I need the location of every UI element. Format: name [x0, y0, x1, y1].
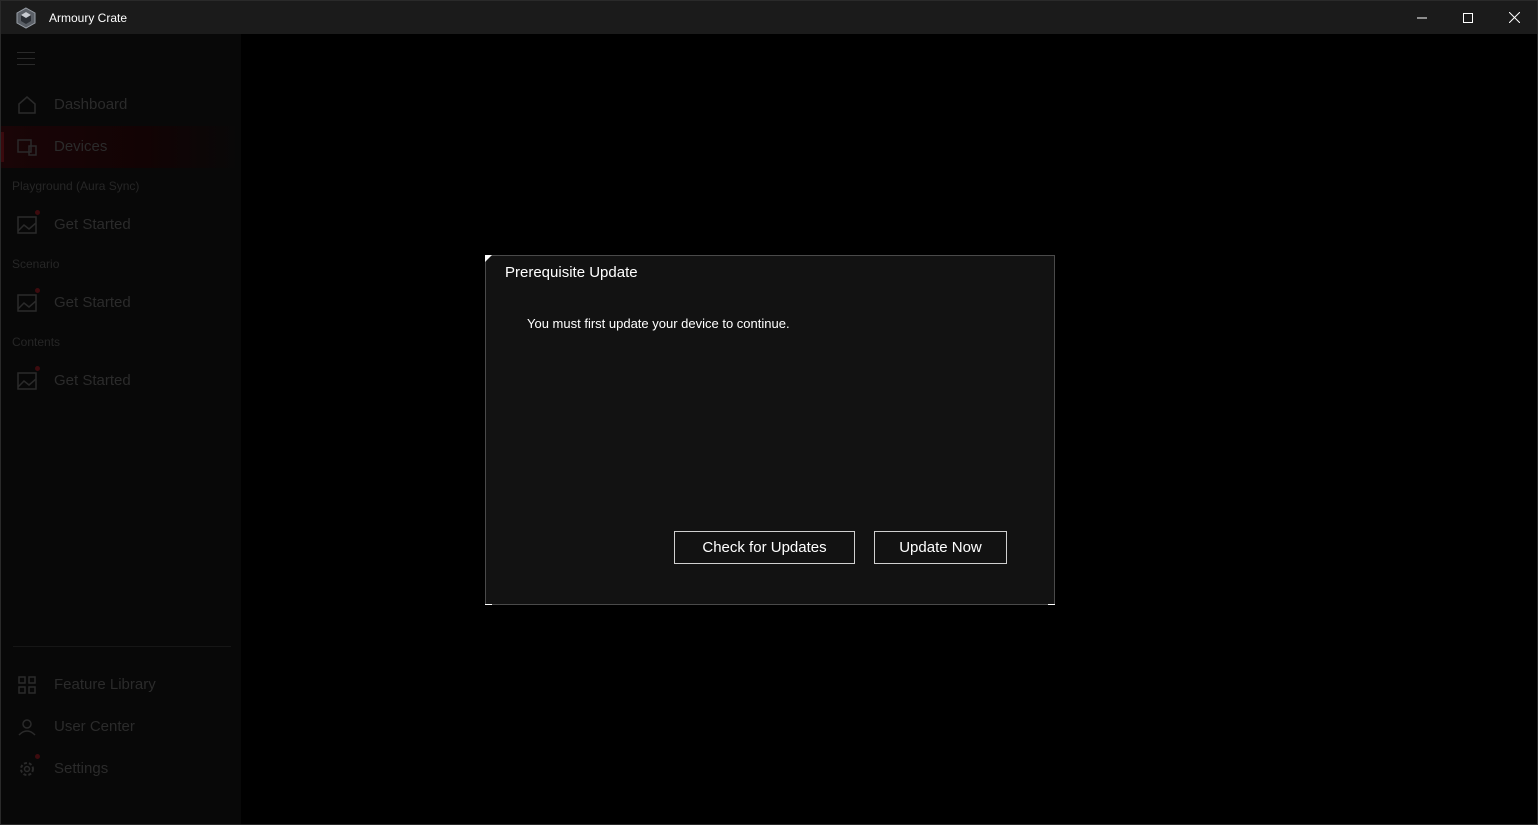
image-icon — [17, 294, 37, 312]
hamburger-menu-icon[interactable] — [17, 52, 35, 66]
dialog-corner-accent — [485, 255, 492, 262]
sidebar: Dashboard Devices Playground (Aura Sync)… — [1, 34, 241, 824]
update-now-button[interactable]: Update Now — [874, 531, 1007, 564]
sidebar-item-label: Feature Library — [54, 676, 156, 693]
sidebar-divider — [13, 646, 231, 647]
app-window: Armoury Crate Dashboard Devices Playgrou… — [0, 0, 1538, 825]
home-icon — [18, 96, 36, 114]
title-bar[interactable]: Armoury Crate — [1, 1, 1537, 34]
close-icon — [1508, 12, 1520, 23]
dialog-title: Prerequisite Update — [505, 264, 638, 281]
notification-dot — [35, 210, 40, 215]
sidebar-item-label: User Center — [54, 718, 135, 735]
notification-dot — [35, 366, 40, 371]
dialog-corner-accent — [485, 604, 492, 605]
check-for-updates-button[interactable]: Check for Updates — [674, 531, 855, 564]
sidebar-item-label: Devices — [54, 138, 108, 155]
dialog-message: You must first update your device to con… — [527, 316, 790, 331]
prerequisite-update-dialog: Prerequisite Update You must first updat… — [485, 255, 1055, 605]
sidebar-item-get-started[interactable]: Get Started — [1, 282, 241, 324]
image-icon — [17, 372, 37, 390]
sidebar-item-feature-library[interactable]: Feature Library — [1, 664, 241, 706]
minimize-button[interactable] — [1399, 1, 1445, 34]
notification-dot — [35, 754, 40, 759]
app-title: Armoury Crate — [49, 11, 128, 25]
section-label: Contents — [12, 335, 61, 349]
dialog-corner-accent — [1048, 604, 1055, 605]
section-label: Scenario — [12, 257, 60, 271]
sidebar-item-get-started[interactable]: Get Started — [1, 360, 241, 402]
notification-dot — [35, 288, 40, 293]
sidebar-item-dashboard[interactable]: Dashboard — [1, 84, 241, 126]
maximize-icon — [1463, 12, 1473, 23]
sidebar-item-label: Get Started — [54, 372, 131, 389]
sidebar-item-settings[interactable]: Settings — [1, 748, 241, 790]
minimize-icon — [1417, 17, 1427, 18]
maximize-button[interactable] — [1445, 1, 1491, 34]
section-label: Playground (Aura Sync) — [12, 179, 140, 193]
user-icon — [18, 719, 36, 736]
devices-icon — [17, 139, 37, 156]
close-button[interactable] — [1491, 1, 1537, 34]
sidebar-item-label: Get Started — [54, 294, 131, 311]
gear-icon — [20, 762, 34, 776]
rog-logo-icon — [16, 7, 36, 29]
sidebar-item-devices[interactable]: Devices — [1, 126, 241, 168]
image-icon — [17, 216, 37, 234]
sidebar-item-label: Dashboard — [54, 96, 128, 113]
sidebar-item-user-center[interactable]: User Center — [1, 706, 241, 748]
sidebar-item-label: Settings — [54, 760, 109, 777]
sidebar-item-label: Get Started — [54, 216, 131, 233]
grid-icon — [18, 676, 36, 694]
sidebar-item-get-started[interactable]: Get Started — [1, 204, 241, 246]
